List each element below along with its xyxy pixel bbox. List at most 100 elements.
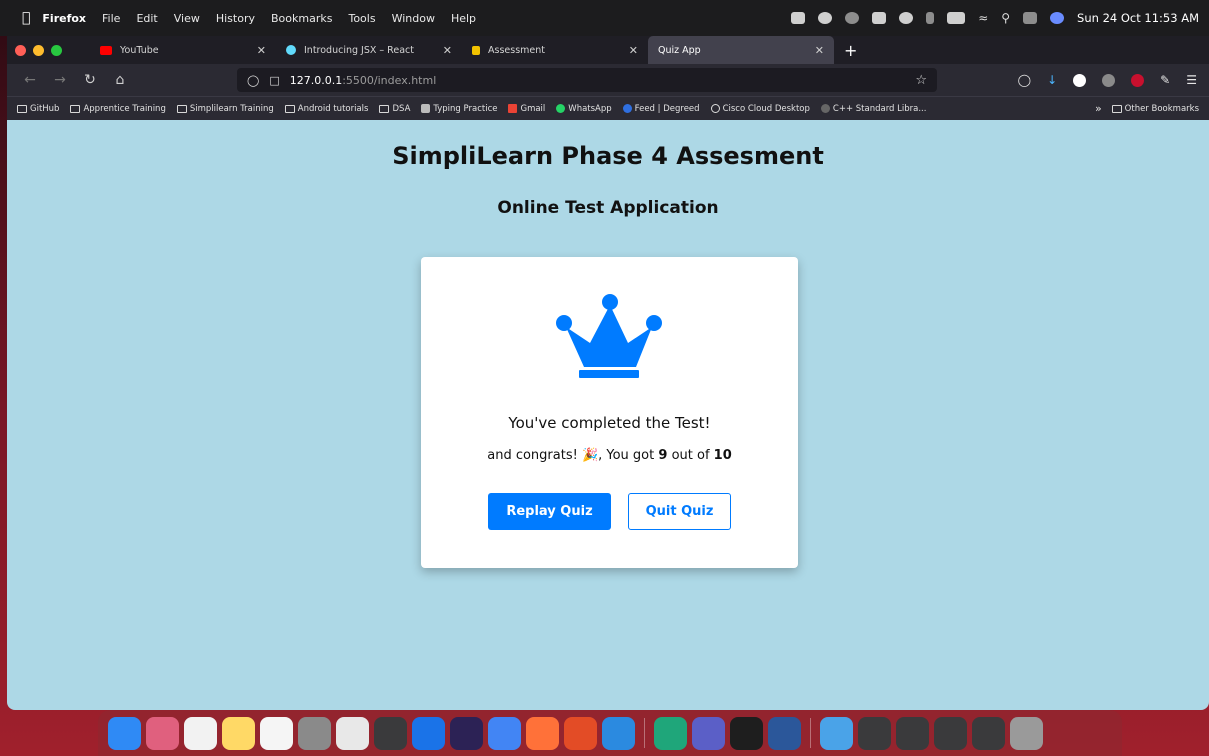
bookmark-dsa[interactable]: DSA [379,104,410,114]
eclipse-icon[interactable] [450,716,483,750]
tracking-shield-icon[interactable]: ◯ [247,74,259,87]
bookmark-simplilearn-training[interactable]: Simplilearn Training [176,104,274,114]
bookmark-gmail[interactable]: Gmail [508,104,545,114]
reminders-icon[interactable] [260,716,293,750]
close-tab-icon[interactable]: ✕ [629,44,638,57]
menu-window[interactable]: Window [392,12,435,25]
extension-pw-icon[interactable] [1102,73,1116,87]
typing-icon [421,104,431,113]
menu-bookmarks[interactable]: Bookmarks [271,12,332,25]
bookmark-other[interactable]: Other Bookmarks [1111,104,1199,114]
menu-history[interactable]: History [216,12,255,25]
webex-icon[interactable] [654,716,687,750]
degreed-icon [622,104,632,113]
finder-icon[interactable] [108,716,141,750]
trash-icon[interactable] [1010,716,1043,750]
recent-window-icon[interactable] [934,716,967,750]
tab-introducing-jsx[interactable]: Introducing JSX – React ✕ [276,36,462,64]
menu-view[interactable]: View [174,12,200,25]
minimize-window-button[interactable] [33,44,44,56]
bookmark-whatsapp[interactable]: WhatsApp [556,104,612,114]
tab-quiz-app[interactable]: Quiz App ✕ [648,36,834,64]
system-preferences-icon[interactable] [298,716,331,750]
home-icon[interactable]: ⌂ [109,72,131,88]
replay-quiz-button[interactable]: Replay Quiz [488,493,611,530]
textedit-icon[interactable] [336,716,369,750]
menu-clock[interactable]: Sun 24 Oct 11:53 AM [1077,11,1199,25]
folder-icon [176,104,187,113]
recent-window-icon[interactable] [896,716,929,750]
terminal-icon[interactable] [730,716,763,750]
pen-icon[interactable]: ✎ [1160,73,1170,87]
notes-icon[interactable] [222,716,255,750]
close-tab-icon[interactable]: ✕ [443,44,452,57]
tray-vpn-icon[interactable] [818,12,833,24]
recent-window-icon[interactable] [858,716,891,750]
launchpad-icon[interactable] [146,716,179,750]
tab-assessment[interactable]: Assessment ✕ [462,36,648,64]
new-tab-icon[interactable]: + [844,41,857,60]
calendar-icon[interactable] [184,716,217,750]
bluetooth-icon[interactable] [926,12,935,24]
extension-ublock-icon[interactable] [1131,73,1145,87]
bookmark-cpp-library[interactable]: C++ Standard Libra... [820,104,926,114]
bookmark-github[interactable]: GitHub [17,104,59,114]
teams-icon[interactable] [692,716,725,750]
wifi-icon[interactable]: ≈ [978,11,988,25]
pocket-icon[interactable]: ◯ [1018,73,1031,87]
bookmark-cisco-cloud[interactable]: Cisco Cloud Desktop [710,104,810,114]
menu-app-name[interactable]: Firefox [42,12,86,25]
firefox-icon[interactable] [526,716,559,750]
vscode-icon[interactable] [602,716,635,750]
quit-quiz-button[interactable]: Quit Quiz [628,493,731,530]
macos-menu-bar:  Firefox File Edit View History Bookmar… [0,0,1209,36]
folder-icon [284,104,295,113]
bookmarks-overflow-icon[interactable]: » [1095,102,1102,115]
tab-label: YouTube [120,44,159,56]
congrats-text: and congrats! 🎉, You got [487,448,655,463]
close-tab-icon[interactable]: ✕ [257,44,266,57]
outlook-icon[interactable] [412,716,445,750]
bookmark-label: DSA [392,103,411,114]
score-value: 9 [658,448,668,463]
tray-media-icon[interactable] [872,12,887,24]
page-info-icon[interactable]: □ [269,74,279,87]
apple-icon[interactable]:  [22,10,30,26]
zoom-window-button[interactable] [51,44,62,56]
close-tab-icon[interactable]: ✕ [815,44,824,57]
tray-app-icon[interactable] [791,12,806,24]
bookmark-star-icon[interactable]: ☆ [915,73,927,88]
tray-search-icon[interactable] [845,12,860,24]
bookmark-android-tutorials[interactable]: Android tutorials [284,104,368,114]
control-center-icon[interactable] [1023,12,1038,24]
word-icon[interactable] [768,716,801,750]
bookmark-apprentice-training[interactable]: Apprentice Training [70,104,166,114]
url-bar[interactable]: ◯ □ 127.0.0.1 :5500/index.html ☆ [237,68,937,92]
menu-hamburger-icon[interactable]: ☰ [1186,73,1197,87]
crown-icon [556,294,662,378]
close-window-button[interactable] [15,44,26,56]
chatgpt-icon[interactable] [374,716,407,750]
siri-icon[interactable] [1050,12,1065,24]
menu-edit[interactable]: Edit [136,12,157,25]
tray-status-icon[interactable] [899,12,914,24]
bookmark-typing-practice[interactable]: Typing Practice [421,104,497,114]
download-icon[interactable]: ↓ [1047,73,1057,87]
back-icon[interactable]: ← [19,72,41,88]
dock-separator [644,718,645,748]
menu-tools[interactable]: Tools [348,12,375,25]
tab-youtube[interactable]: YouTube ✕ [90,36,276,64]
spotlight-icon[interactable]: ⚲ [1001,11,1010,25]
chrome-icon[interactable] [564,716,597,750]
bookmark-degreed[interactable]: Feed | Degreed [622,104,700,114]
menu-help[interactable]: Help [451,12,476,25]
extension-v-icon[interactable] [1073,73,1087,87]
menu-file[interactable]: File [102,12,120,25]
recent-window-icon[interactable] [972,716,1005,750]
android-studio-icon[interactable] [488,716,521,750]
page-subtitle: Online Test Application [497,198,719,218]
reload-icon[interactable]: ↻ [79,72,101,88]
downloads-folder-icon[interactable] [820,716,853,750]
forward-icon[interactable]: → [49,72,71,88]
battery-icon[interactable] [947,12,966,24]
